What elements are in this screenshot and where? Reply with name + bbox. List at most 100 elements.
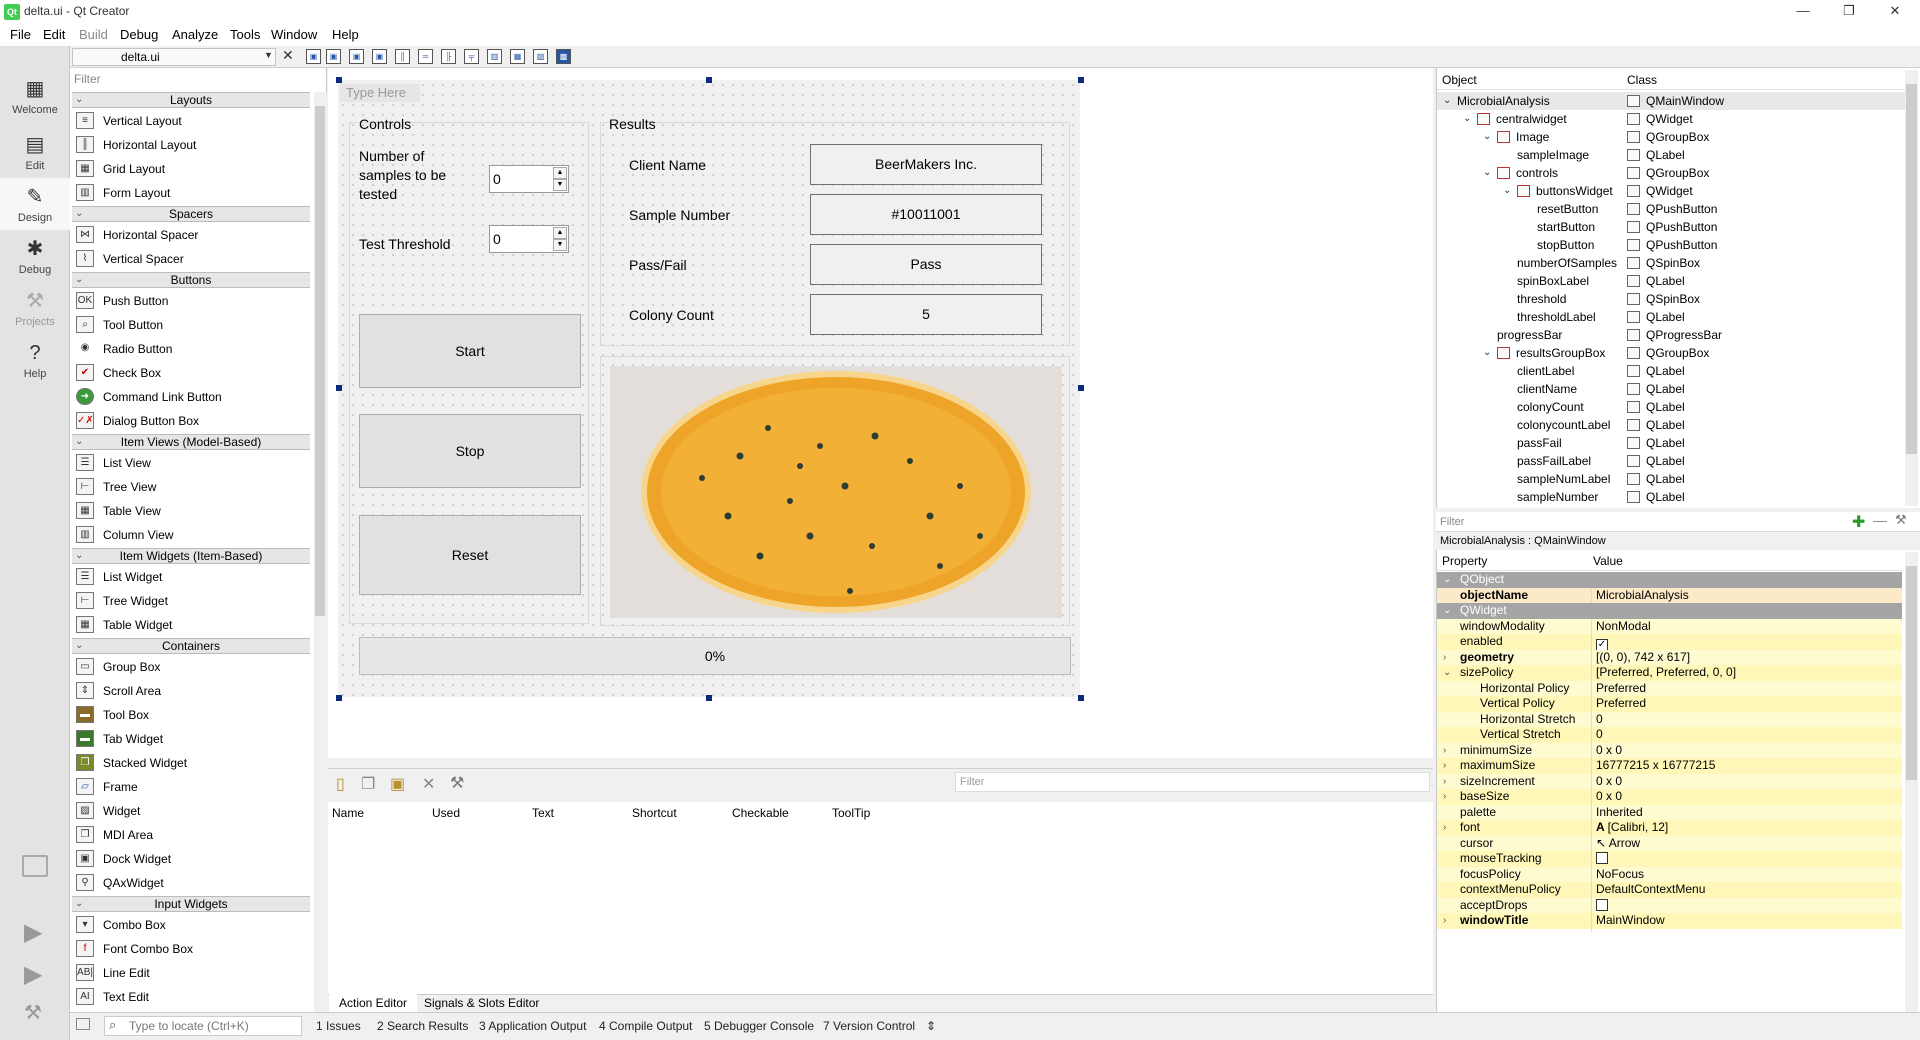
edit-widgets-icon[interactable]: ▣: [306, 49, 321, 64]
widget-item[interactable]: ✔ Check Box: [76, 362, 306, 384]
mode-design[interactable]: ✎ Design: [0, 178, 70, 230]
toggle-sidebar-icon[interactable]: [76, 1018, 90, 1030]
run-icon[interactable]: ▶: [24, 918, 42, 947]
file-selector[interactable]: delta.ui: [72, 48, 276, 66]
property-row[interactable]: acceptDrops: [1437, 897, 1902, 917]
widget-item[interactable]: ⌇ Vertical Spacer: [76, 248, 306, 270]
edit-signals-icon[interactable]: ▣: [326, 49, 341, 64]
widget-box-scroll-thumb[interactable]: [315, 106, 325, 616]
widget-item[interactable]: ▱ Frame: [76, 776, 306, 798]
configure-icon[interactable]: ⚒: [1895, 512, 1907, 528]
menu-window[interactable]: Window: [271, 27, 317, 42]
col-property[interactable]: Property: [1442, 554, 1487, 568]
widget-item[interactable]: AB| Line Edit: [76, 962, 306, 984]
widget-item[interactable]: ▥ Column View: [76, 524, 306, 546]
property-row[interactable]: enabled ✓: [1437, 634, 1902, 653]
widget-item[interactable]: ⇕ Scroll Area: [76, 680, 306, 702]
col-value[interactable]: Value: [1593, 554, 1623, 568]
spin-down-icon[interactable]: ▼: [553, 239, 567, 251]
widget-item[interactable]: ◉ Radio Button: [76, 338, 306, 360]
object-tree-row[interactable]: sampleNumber QLabel: [1437, 488, 1905, 506]
action-filter-input[interactable]: Filter: [955, 772, 1430, 792]
menu-file[interactable]: File: [10, 27, 31, 42]
samples-spinbox[interactable]: 0 ▲ ▼: [489, 165, 569, 193]
build-icon[interactable]: ⚒: [24, 1000, 42, 1025]
object-scroll-thumb[interactable]: [1906, 84, 1917, 454]
monitor-icon[interactable]: [22, 855, 48, 877]
spin-up-icon[interactable]: ▲: [553, 167, 567, 179]
property-row[interactable]: › windowTitle MainWindow: [1437, 913, 1902, 932]
property-row[interactable]: › geometry [(0, 0), 742 x 617]: [1437, 649, 1902, 669]
object-tree-row[interactable]: colonyCount QLabel: [1437, 398, 1905, 416]
chevron-right-icon[interactable]: ›: [1443, 650, 1446, 666]
category-input-widgets[interactable]: ⌄ Input Widgets: [72, 896, 310, 912]
action-table[interactable]: [328, 822, 1433, 994]
widget-item[interactable]: ❐ MDI Area: [76, 824, 306, 846]
minimize-button[interactable]: —: [1780, 0, 1826, 24]
resize-handle[interactable]: [336, 385, 342, 391]
layout-v-splitter-icon[interactable]: ╤: [464, 49, 479, 64]
object-tree-row[interactable]: passFailLabel QLabel: [1437, 452, 1905, 470]
chevron-down-icon[interactable]: ⌄: [1503, 182, 1511, 200]
property-row[interactable]: ⌄ QObject: [1437, 572, 1902, 588]
layout-h-splitter-icon[interactable]: ╟: [441, 49, 456, 64]
widget-item[interactable]: ⚲ QAxWidget: [76, 872, 306, 894]
start-button[interactable]: Start: [359, 314, 581, 388]
object-tree-row[interactable]: colonycountLabel QLabel: [1437, 416, 1905, 434]
mode-debug[interactable]: ✱ Debug: [0, 230, 70, 282]
widget-item[interactable]: ⊢ Tree View: [76, 476, 306, 498]
category-item-widgets[interactable]: ⌄ Item Widgets (Item-Based): [72, 548, 310, 564]
object-tree-row[interactable]: startButton QPushButton: [1437, 218, 1905, 236]
resize-handle[interactable]: [336, 77, 342, 83]
widget-item[interactable]: f Font Combo Box: [76, 938, 306, 960]
widget-item[interactable]: ☰ List View: [76, 452, 306, 474]
menu-edit[interactable]: Edit: [43, 27, 65, 42]
add-property-icon[interactable]: ✚: [1852, 512, 1865, 532]
object-tree-row[interactable]: sampleImage QLabel: [1437, 146, 1905, 164]
tab-signals-slots[interactable]: Signals & Slots Editor: [414, 994, 549, 1012]
settings-icon[interactable]: ⚒: [450, 773, 464, 793]
col-checkable[interactable]: Checkable: [732, 806, 789, 820]
resize-handle[interactable]: [706, 695, 712, 701]
property-row[interactable]: › minimumSize 0 x 0: [1437, 742, 1902, 762]
col-text[interactable]: Text: [532, 806, 554, 820]
category-containers[interactable]: ⌄ Containers: [72, 638, 310, 654]
category-spacers[interactable]: ⌄ Spacers: [72, 206, 310, 222]
widget-item[interactable]: ▨ Widget: [76, 800, 306, 822]
property-row[interactable]: ⌄ sizePolicy [Preferred, Preferred, 0, 0]: [1437, 665, 1902, 684]
resize-handle[interactable]: [336, 695, 342, 701]
pane-search-results[interactable]: 2 Search Results: [377, 1019, 468, 1033]
property-row[interactable]: ⌄ QWidget: [1437, 603, 1902, 619]
restore-button[interactable]: ❐: [1826, 0, 1872, 24]
delete-action-icon[interactable]: ✕: [422, 774, 435, 794]
resize-handle[interactable]: [1078, 77, 1084, 83]
layout-vertical-icon[interactable]: ═: [418, 49, 433, 64]
col-name[interactable]: Name: [332, 806, 364, 820]
close-button[interactable]: ✕: [1872, 0, 1918, 24]
property-row[interactable]: mouseTracking: [1437, 851, 1902, 870]
edit-buddies-icon[interactable]: ▣: [349, 49, 364, 64]
col-object[interactable]: Object: [1442, 73, 1477, 87]
break-layout-icon[interactable]: ▧: [533, 49, 548, 64]
resize-handle[interactable]: [706, 77, 712, 83]
object-tree-row[interactable]: sampleNumLabel QLabel: [1437, 470, 1905, 488]
mode-help[interactable]: ? Help: [0, 334, 70, 386]
property-row[interactable]: objectName MicrobialAnalysis: [1437, 587, 1902, 607]
property-row[interactable]: contextMenuPolicy DefaultContextMenu: [1437, 882, 1902, 901]
chevron-right-icon[interactable]: ›: [1443, 820, 1446, 836]
property-row[interactable]: › maximumSize 16777215 x 16777215: [1437, 758, 1902, 777]
pane-version-control[interactable]: 7 Version Control: [823, 1019, 915, 1033]
widget-item[interactable]: ⊢ Tree Widget: [76, 590, 306, 612]
col-shortcut[interactable]: Shortcut: [632, 806, 677, 820]
menu-help[interactable]: Help: [332, 27, 359, 42]
property-filter-input[interactable]: Filter: [1436, 512, 1920, 532]
locator-input[interactable]: Type to locate (Ctrl+K): [104, 1016, 302, 1036]
menu-build[interactable]: Build: [79, 27, 108, 42]
menu-tools[interactable]: Tools: [230, 27, 260, 42]
mode-projects[interactable]: ⚒ Projects: [0, 282, 70, 334]
tab-action-editor[interactable]: Action Editor: [329, 994, 418, 1012]
menu-debug[interactable]: Debug: [120, 27, 158, 42]
spin-down-icon[interactable]: ▼: [553, 179, 567, 191]
widget-item[interactable]: ▦ Table View: [76, 500, 306, 522]
object-tree-row[interactable]: ⌄ Image QGroupBox: [1437, 128, 1905, 146]
